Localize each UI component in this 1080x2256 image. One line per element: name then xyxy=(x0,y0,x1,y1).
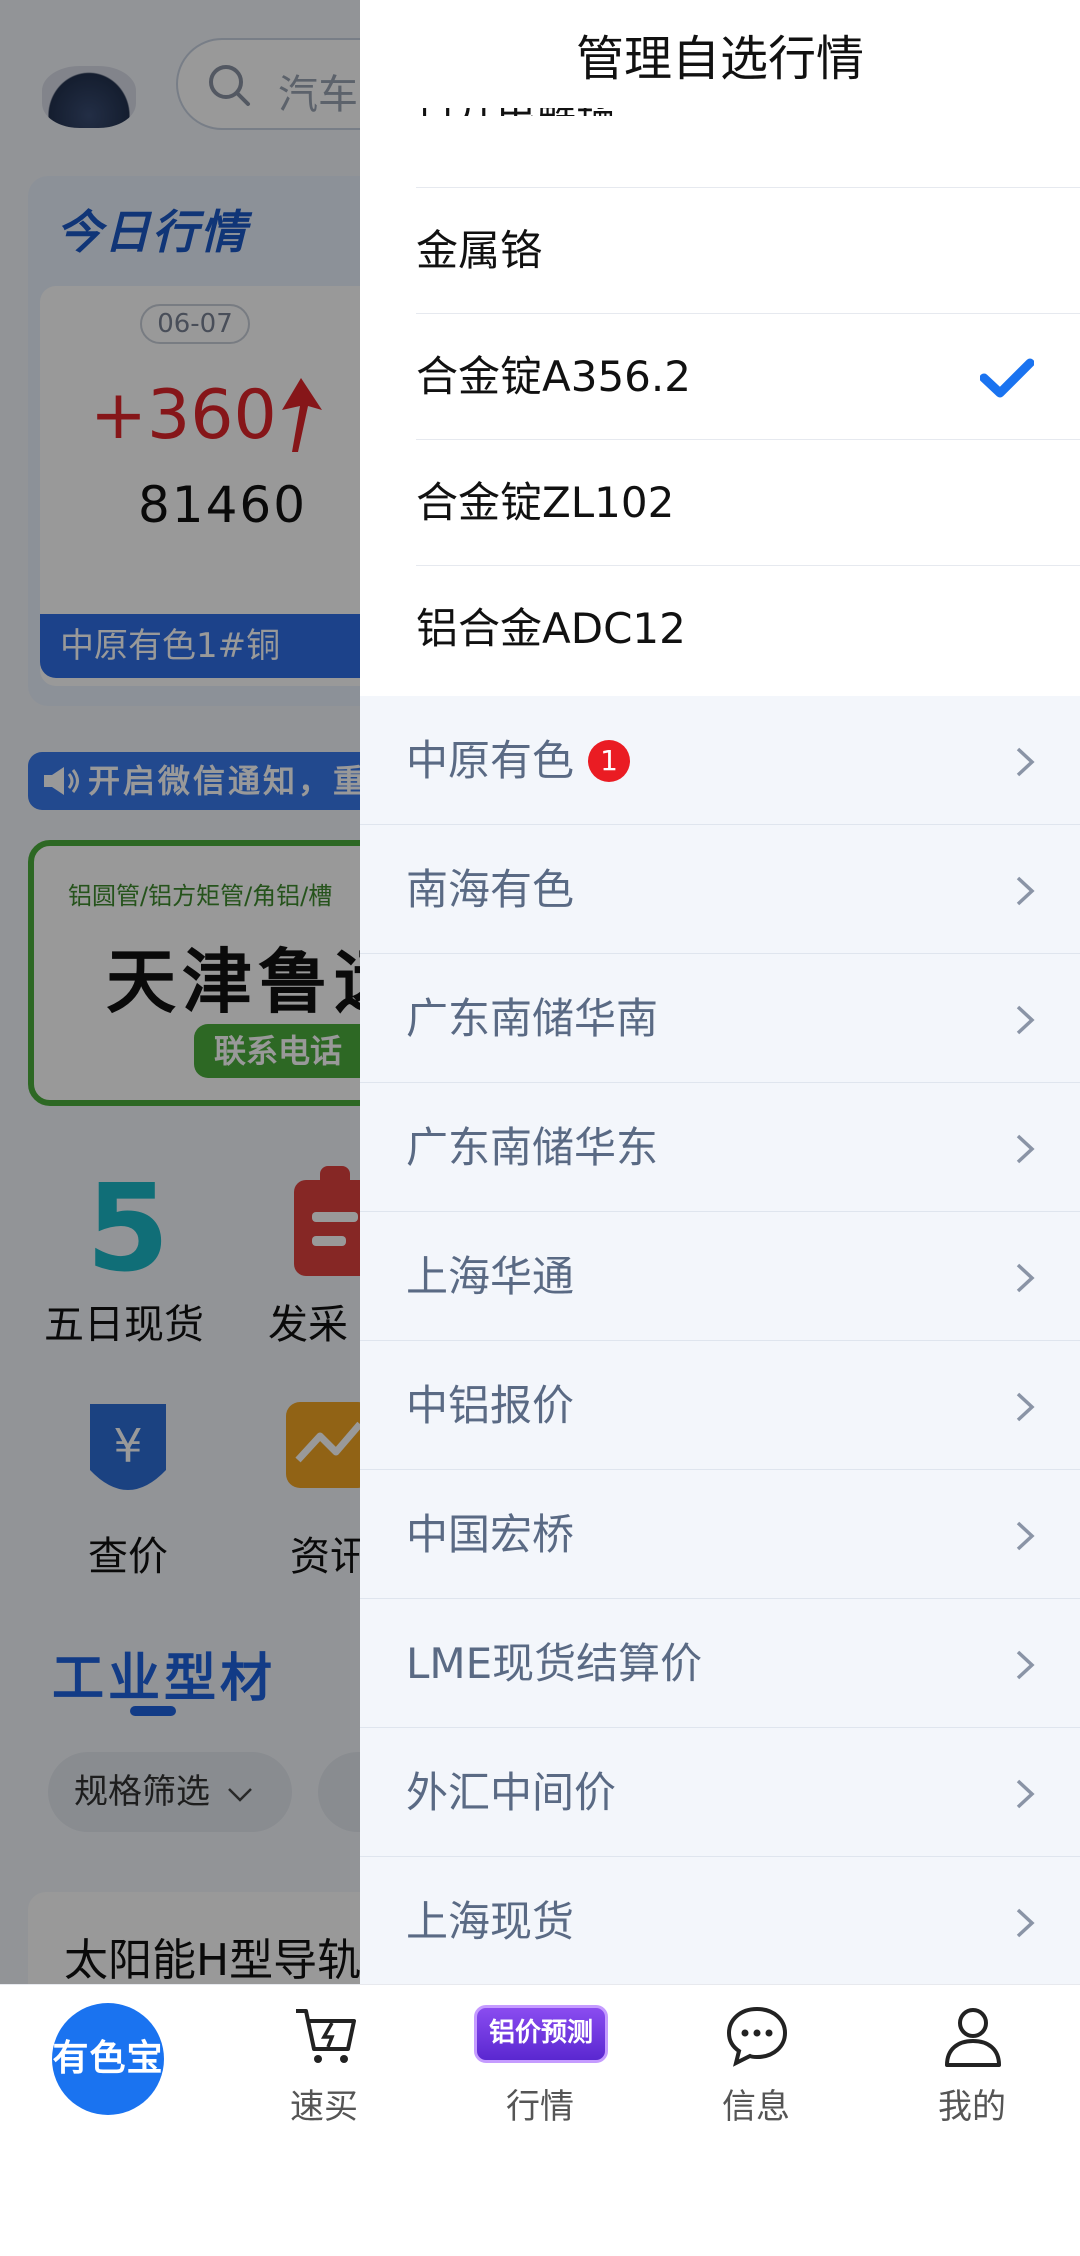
sub-item-row[interactable]: 铝合金ADC12 xyxy=(416,566,1080,692)
category-row[interactable]: 中铝报价 xyxy=(360,1341,1080,1470)
chevron-right-icon xyxy=(1016,1650,1035,1680)
category-label: 广东南储华南 xyxy=(406,994,659,1043)
category-label: 上海现货 xyxy=(406,1897,575,1946)
chevron-right-icon xyxy=(1016,876,1035,906)
category-label: 中国宏桥 xyxy=(406,1510,575,1559)
category-label: 广东南储华东 xyxy=(406,1123,659,1172)
cart-icon xyxy=(296,2009,356,2063)
category-label: 中原有色 xyxy=(406,736,575,785)
user-icon xyxy=(945,2008,1001,2067)
category-row[interactable]: 上海华通 xyxy=(360,1212,1080,1341)
tab-message[interactable]: 信息 xyxy=(648,1985,864,2135)
sub-item-row[interactable]: 金属铬 xyxy=(416,188,1080,314)
tab-home[interactable]: 有色宝 xyxy=(0,1985,216,2135)
category-row[interactable]: 外汇中间价 xyxy=(360,1728,1080,1857)
sub-item-label: 合金锭ZL102 xyxy=(416,478,675,527)
tab-label: 信息 xyxy=(722,2087,790,2127)
category-label: 外汇中间价 xyxy=(406,1768,617,1817)
drawer-title: 管理自选行情 xyxy=(360,26,1080,108)
chevron-right-icon xyxy=(1016,747,1035,777)
sub-item-label: 铝合金ADC12 xyxy=(416,604,686,653)
sub-item-list: 管理自选行情 日丌电解锰 金属铬 合金锭A356.2 合金锭ZL102 铝合金A… xyxy=(360,0,1080,696)
category-label: 南海有色 xyxy=(406,865,575,914)
category-row[interactable]: 南海有色 xyxy=(360,825,1080,954)
category-row[interactable]: 中国宏桥 xyxy=(360,1470,1080,1599)
checkmark-icon xyxy=(980,358,1034,398)
sub-item-label: 金属铬 xyxy=(416,226,543,275)
chevron-right-icon xyxy=(1016,1779,1035,1809)
bottom-tab-bar: 有色宝 速买 铝价预测 行情 信息 我的 xyxy=(0,1984,1080,2256)
category-row[interactable]: 广东南储华南 xyxy=(360,954,1080,1083)
category-row[interactable]: 上海现货 xyxy=(360,1857,1080,1984)
tab-label: 速买 xyxy=(290,2087,358,2127)
tab-quick-buy[interactable]: 速买 xyxy=(216,1985,432,2135)
category-row[interactable]: 中原有色 1 xyxy=(360,696,1080,825)
category-label: 上海华通 xyxy=(406,1252,575,1301)
sub-item-row[interactable]: 合金锭ZL102 xyxy=(416,440,1080,566)
dim-overlay[interactable] xyxy=(0,0,360,1984)
chevron-right-icon xyxy=(1016,1908,1035,1938)
unread-badge: 1 xyxy=(588,740,630,782)
sub-item-label: 合金锭A356.2 xyxy=(416,352,691,401)
category-row[interactable]: LME现货结算价 xyxy=(360,1599,1080,1728)
home-logo[interactable]: 有色宝 xyxy=(52,2003,164,2115)
tab-mine[interactable]: 我的 xyxy=(864,1985,1080,2135)
tab-label: 行情 xyxy=(506,2087,574,2127)
chevron-right-icon xyxy=(1016,1005,1035,1035)
chevron-right-icon xyxy=(1016,1263,1035,1293)
sub-item-row[interactable]: 合金锭A356.2 xyxy=(416,314,1080,440)
category-label: 中铝报价 xyxy=(406,1381,575,1430)
category-row[interactable]: 广东南储华东 xyxy=(360,1083,1080,1212)
chevron-right-icon xyxy=(1016,1521,1035,1551)
category-label: LME现货结算价 xyxy=(406,1639,703,1688)
chat-bubble-icon xyxy=(726,2006,788,2067)
chevron-right-icon xyxy=(1016,1392,1035,1422)
tab-market[interactable]: 行情 xyxy=(432,1985,648,2135)
tab-label: 我的 xyxy=(938,2087,1006,2127)
manage-watchlist-drawer: 管理自选行情 日丌电解锰 金属铬 合金锭A356.2 合金锭ZL102 铝合金A… xyxy=(360,0,1080,1984)
chevron-right-icon xyxy=(1016,1134,1035,1164)
